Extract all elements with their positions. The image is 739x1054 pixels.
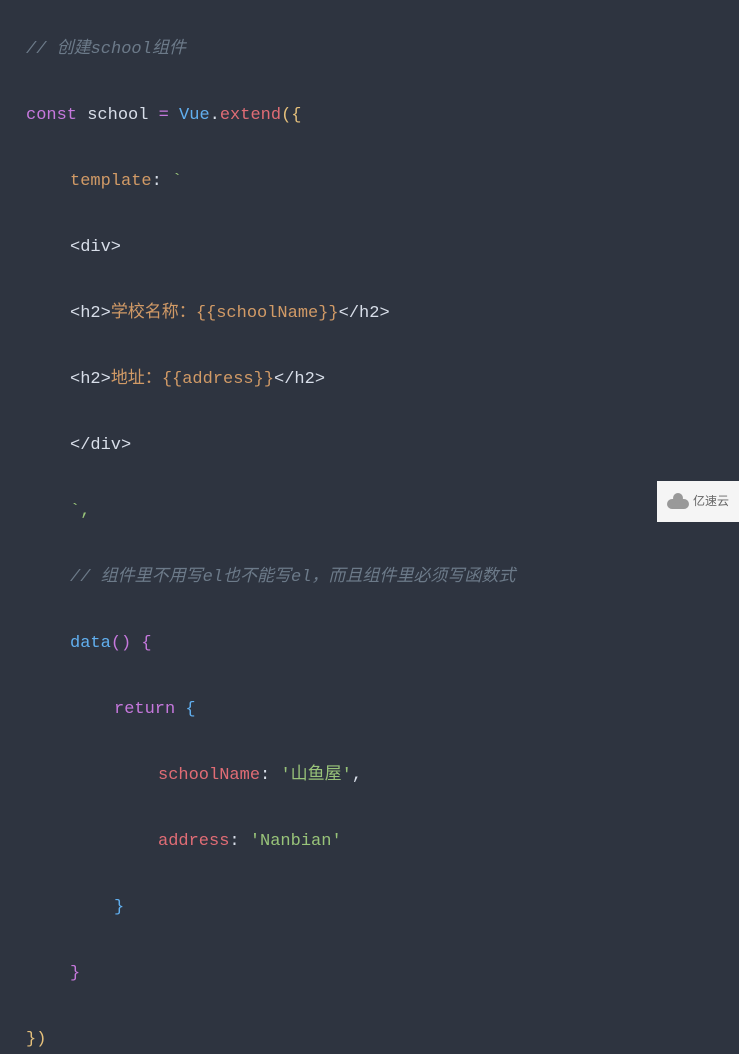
comma: ,	[352, 766, 362, 785]
var-school: school	[77, 106, 159, 125]
code-line-11: return {	[26, 693, 713, 726]
comment: // 创建school组件	[26, 40, 186, 59]
mustache-schoolname: {{schoolName}}	[196, 304, 339, 323]
mustache-address: {{address}}	[162, 370, 274, 389]
text-address-label: 地址：	[111, 370, 162, 389]
tag-div-close: </div>	[70, 436, 131, 455]
colon: :	[260, 766, 280, 785]
tag-h2-close: </h2>	[274, 370, 325, 389]
prop-template: template	[70, 172, 152, 191]
code-line-2: const school = Vue.extend({	[26, 99, 713, 132]
code-line-1: // 创建school组件	[26, 33, 713, 66]
brace-close: }	[70, 964, 80, 983]
cloud-icon	[667, 495, 689, 509]
code-line-12: schoolName: '山鱼屋',	[26, 759, 713, 792]
colon: :	[152, 172, 172, 191]
brace-close: }	[114, 898, 124, 917]
code-line-7: </div>	[26, 429, 713, 462]
keyword-const: const	[26, 106, 77, 125]
colon: :	[229, 832, 249, 851]
comment-el: // 组件里不用写el也不能写el，而且组件里必须写函数式	[70, 568, 515, 587]
string-schoolname: '山鱼屋'	[280, 766, 351, 785]
class-vue: Vue	[179, 106, 210, 125]
tag-h2-open: <h2>	[70, 304, 111, 323]
func-data: data	[70, 634, 111, 653]
code-line-10: data() {	[26, 627, 713, 660]
paren: ()	[111, 634, 131, 653]
code-block: // 创建school组件 const school = Vue.extend(…	[0, 0, 739, 1054]
brace-open: {	[175, 700, 195, 719]
open-paren: ({	[281, 106, 301, 125]
code-line-16: })	[26, 1023, 713, 1054]
dot: .	[210, 106, 220, 125]
code-line-15: }	[26, 957, 713, 990]
prop-schoolname: schoolName	[158, 766, 260, 785]
string-address: 'Nanbian'	[250, 832, 342, 851]
method-extend: extend	[220, 106, 281, 125]
code-line-9: // 组件里不用写el也不能写el，而且组件里必须写函数式	[26, 561, 713, 594]
backtick-comma: `,	[70, 502, 90, 521]
code-line-13: address: 'Nanbian'	[26, 825, 713, 858]
code-line-5: <h2>学校名称：{{schoolName}}</h2>	[26, 297, 713, 330]
operator-eq: =	[159, 106, 179, 125]
brace-open: {	[131, 634, 151, 653]
code-line-6: <h2>地址：{{address}}</h2>	[26, 363, 713, 396]
keyword-return: return	[114, 700, 175, 719]
code-line-3: template: `	[26, 165, 713, 198]
tag-h2-close: </h2>	[339, 304, 390, 323]
text-schoolname-label: 学校名称：	[111, 304, 196, 323]
code-line-4: <div>	[26, 231, 713, 264]
backtick: `	[172, 172, 182, 191]
tag-div-open: <div>	[70, 238, 121, 257]
close-paren: })	[26, 1030, 46, 1049]
watermark: 亿速云	[657, 481, 739, 522]
watermark-text: 亿速云	[693, 485, 729, 518]
tag-h2-open: <h2>	[70, 370, 111, 389]
prop-address: address	[158, 832, 229, 851]
code-line-8: `,	[26, 495, 713, 528]
code-line-14: }	[26, 891, 713, 924]
